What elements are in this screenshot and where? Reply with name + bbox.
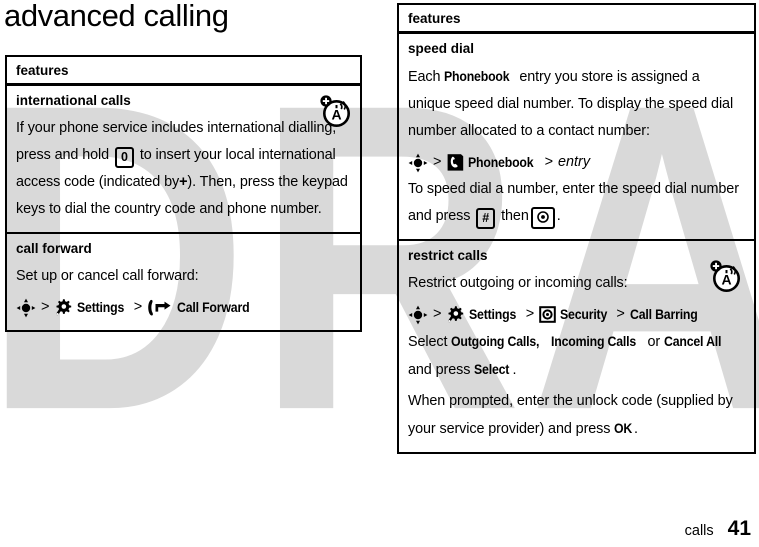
entry-label: entry (558, 154, 591, 170)
left-table-header: features (7, 57, 360, 86)
footer-page-number: 41 (727, 517, 751, 540)
right-features-table: features speed dial Each Phonebook entry… (397, 3, 756, 454)
nav-separator-1: > (433, 306, 442, 322)
softkey-select: Select (474, 362, 510, 377)
option-cancel-all: Cancel All (664, 334, 722, 349)
settings-label: Settings (77, 300, 125, 315)
send-key-icon (530, 207, 555, 229)
table-row-international-calls: international calls If your phone servic… (7, 86, 360, 232)
restrict-calls-unlock-text: When prompted, enter the unlock code (su… (408, 388, 745, 443)
select-part1: Select (408, 334, 448, 350)
manual-page: DRAFT advanced calling features internat… (0, 0, 759, 547)
row-title-international-calls: international calls (16, 93, 131, 108)
security-icon (539, 306, 556, 323)
navigation-key-icon (16, 298, 36, 318)
phonebook-icon (446, 153, 464, 172)
unlock-part1: When prompted, enter the unlock code (su… (408, 393, 733, 437)
settings-label: Settings (469, 307, 517, 322)
option-outgoing-calls: Outgoing Calls, (451, 334, 540, 349)
call-forward-icon (147, 299, 173, 317)
speed-dial-body-2: To speed dial a number, enter the speed … (408, 176, 745, 230)
key-0-glyph: 0 (114, 147, 134, 168)
row-title-call-forward: call forward (16, 241, 92, 256)
table-row-restrict-calls: restrict calls Restrict outgoing or inco… (399, 239, 754, 452)
call-barring-label: Call Barring (629, 307, 698, 322)
phonebook-label: Phonebook (468, 155, 534, 170)
nav-separator-1: > (41, 299, 50, 315)
table-row-call-forward: call forward Set up or cancel call forwa… (7, 232, 360, 330)
settings-gear-icon (446, 305, 465, 324)
left-features-table: features international calls If your pho… (5, 55, 362, 332)
nav-separator-2: > (133, 299, 143, 315)
right-table-header: features (399, 5, 754, 34)
page-footer: calls 41 (685, 517, 751, 541)
footer-section-label: calls (684, 523, 714, 539)
sd-part1: Each (408, 69, 441, 85)
unlock-period: . (633, 421, 638, 437)
speed-dial-body-1: Each Phonebook entry you store is assign… (408, 63, 745, 145)
call-forward-intro: Set up or cancel call forward: (16, 268, 199, 284)
international-calls-body: If your phone service includes internati… (16, 115, 351, 223)
svg-text:A: A (331, 107, 341, 123)
nav-separator-1: > (433, 154, 442, 170)
restrict-calls-select-text: Select Outgoing Calls, Incoming Calls or… (408, 328, 745, 384)
security-label: Security (560, 307, 608, 322)
option-incoming-calls: Incoming Calls (551, 334, 637, 349)
row-title-restrict-calls: restrict calls (408, 248, 488, 263)
row-title-speed-dial: speed dial (408, 41, 475, 56)
call-forward-label: Call Forward (177, 300, 250, 315)
restrict-calls-intro: Restrict outgoing or incoming calls: (408, 275, 628, 291)
roaming-network-icon: A (708, 258, 744, 299)
roaming-network-icon: A (318, 93, 354, 134)
softkey-ok: OK (614, 421, 633, 436)
select-part2: and press (408, 362, 471, 378)
nav-separator-2: > (525, 306, 535, 322)
settings-gear-icon (54, 298, 73, 317)
call-forward-nav-path: > Settings > Call Forward (16, 294, 351, 321)
speed-dial-nav-path: > Phonebook > entry (408, 149, 745, 176)
sd-part5: . (556, 208, 561, 224)
navigation-key-icon (408, 153, 428, 173)
select-or: or (647, 334, 661, 350)
select-period: . (512, 362, 517, 378)
svg-text:A: A (721, 272, 731, 288)
sd-part3: To speed dial a number, enter the speed … (408, 181, 739, 224)
page-title: advanced calling (4, 0, 229, 33)
phonebook-label-inline: Phonebook (444, 69, 510, 84)
table-row-speed-dial: speed dial Each Phonebook entry you stor… (399, 34, 754, 239)
restrict-calls-nav-path: > Settings > Security > Call Barring (408, 301, 745, 328)
nav-separator-3: > (616, 306, 625, 322)
nav-separator-2: > (544, 154, 554, 170)
navigation-key-icon (408, 305, 428, 325)
sd-part4: then (501, 208, 529, 224)
key-hash-glyph: # (476, 208, 496, 229)
